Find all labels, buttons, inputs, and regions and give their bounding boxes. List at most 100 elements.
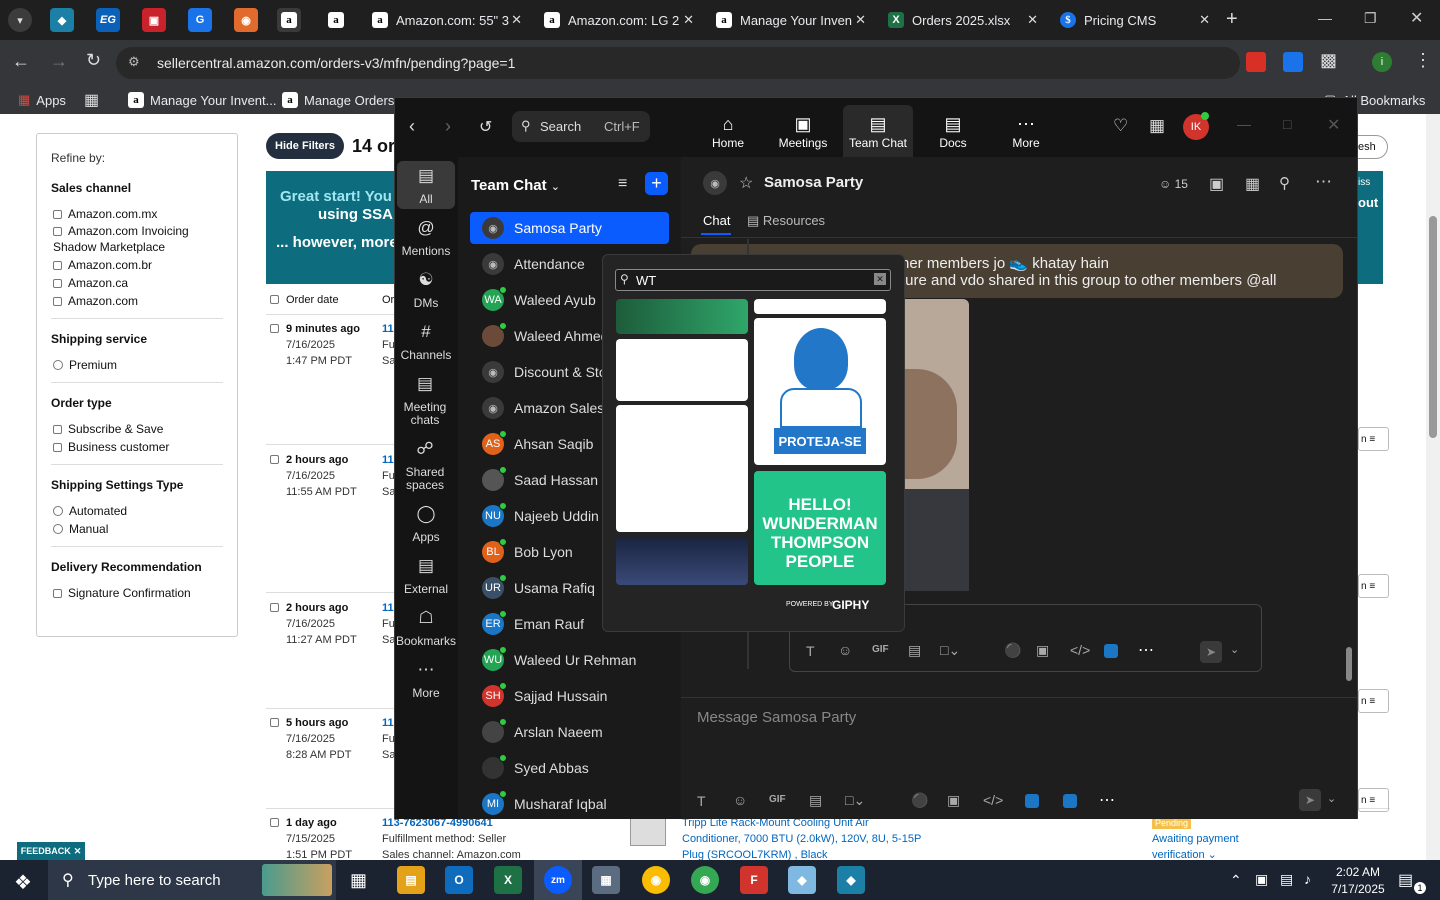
nav-docs[interactable]: ▤ Docs [918, 114, 988, 150]
send-icon[interactable]: ➤ [1200, 641, 1222, 663]
video-icon[interactable]: ▣ [1209, 174, 1224, 194]
nav-more[interactable]: ⋯ More [991, 114, 1061, 150]
tab-favicon-amazon[interactable]: a [324, 8, 348, 32]
tab-favicon-eg[interactable]: EG [96, 8, 120, 32]
row-checkbox[interactable] [270, 452, 285, 468]
star-icon[interactable]: ☆ [739, 173, 753, 193]
emoji-icon[interactable]: ☺ [733, 792, 747, 808]
team-chat-title[interactable]: Team Chat ⌄ [471, 177, 560, 194]
filter-radio[interactable]: Manual [53, 522, 108, 536]
tab-close-icon[interactable]: ✕ [1027, 12, 1038, 28]
windows-start-icon[interactable]: ❖ [14, 870, 32, 895]
members-count[interactable]: ☺ 15 [1159, 177, 1188, 191]
rail-apps[interactable]: ◯ Apps [395, 505, 457, 544]
gif-icon[interactable]: GIF [872, 644, 889, 655]
gif-result[interactable] [616, 299, 748, 334]
shared-photo[interactable] [901, 299, 969, 591]
text-format-icon[interactable]: T [806, 643, 815, 659]
forward-icon[interactable]: → [50, 51, 68, 72]
filter-checkbox[interactable]: Amazon.com [53, 294, 138, 308]
bookmark-manage-orders[interactable]: a Manage Orders [282, 92, 394, 108]
new-tab-icon[interactable]: + [1226, 8, 1238, 31]
gif-result[interactable] [616, 405, 748, 532]
rail-shared-spaces[interactable]: ☍ Shared spaces [395, 440, 455, 492]
chat-item[interactable]: Syed Abbas [470, 752, 669, 784]
text-format-icon[interactable]: T [697, 793, 706, 809]
more-icon[interactable]: ⋯ [1099, 790, 1115, 810]
gif-result[interactable] [754, 299, 886, 314]
bookmark-apps[interactable]: ▦ Apps [18, 92, 66, 108]
file-icon[interactable]: ▤ [809, 792, 822, 809]
tab-resources[interactable]: ▤ Resources [747, 213, 825, 229]
send-icon[interactable]: ➤ [1299, 789, 1321, 811]
zoom-search-box[interactable]: ⚲ Search Ctrl+F [512, 111, 650, 142]
filter-radio[interactable]: Automated [53, 504, 127, 518]
chat-item[interactable]: MI Musharaf Iqbal [470, 788, 669, 820]
tab-close-icon[interactable]: ✕ [1199, 12, 1210, 28]
screenshot-icon[interactable]: □⌄ [845, 792, 865, 809]
feedback-button[interactable]: FEEDBACK ✕ [17, 842, 85, 860]
tab-close-icon[interactable]: ✕ [511, 12, 522, 28]
rail-mentions[interactable]: @ Mentions [395, 219, 457, 258]
bookmark-manage-inventory[interactable]: a Manage Your Invent... [128, 92, 276, 108]
reload-icon[interactable]: ↻ [86, 50, 101, 71]
gif-result[interactable] [616, 339, 748, 401]
tab-favicon-3[interactable]: ▣ [142, 8, 166, 32]
rail-all[interactable]: ▤ All [395, 167, 457, 206]
gif-result[interactable] [616, 537, 748, 585]
notifications-bell-icon[interactable]: ♡ [1113, 116, 1128, 136]
product-title[interactable]: Tripp Lite Rack-Mount Cooling Unit Air C… [682, 815, 922, 863]
send-options-icon[interactable]: ⌄ [1327, 792, 1336, 805]
row-checkbox[interactable] [270, 815, 285, 831]
gif-result-wunderman[interactable]: HELLO! WUNDERMAN THOMPSON PEOPLE [754, 471, 886, 585]
profile-avatar[interactable]: i [1372, 52, 1392, 72]
tab-amazon-55[interactable]: a Amazon.com: 55" 3 ✕ [362, 4, 530, 36]
nav-home[interactable]: ⌂ Home [693, 114, 763, 150]
excel-icon[interactable]: X [494, 866, 522, 894]
tab-favicon-amazon-active[interactable]: a [277, 8, 301, 32]
chat-scrollbar[interactable] [1346, 237, 1354, 697]
zoom-app-icon[interactable]: zm [544, 866, 572, 894]
tab-close-icon[interactable]: ✕ [683, 12, 694, 28]
filter-checkbox[interactable]: Amazon.com.br [53, 258, 152, 272]
rail-channels[interactable]: # Channels [395, 323, 457, 362]
tray-chevron-icon[interactable]: ⌃ [1230, 872, 1242, 889]
gif-icon[interactable]: GIF [769, 794, 786, 805]
row-checkbox[interactable] [270, 715, 285, 731]
nav-team-chat[interactable]: ▤ Team Chat [843, 114, 913, 150]
tab-chat[interactable]: Chat [703, 213, 730, 228]
clear-search-icon[interactable]: ✕ [874, 273, 886, 285]
close-window-icon[interactable]: ✕ [1410, 8, 1423, 28]
tab-manage-inventory[interactable]: a Manage Your Inven ✕ [706, 4, 874, 36]
outlook-icon[interactable]: O [445, 866, 473, 894]
filter-checkbox[interactable]: Signature Confirmation [53, 586, 191, 600]
chat-item[interactable]: Arslan Naeem [470, 716, 669, 748]
network-icon[interactable]: ▤ [1280, 871, 1293, 888]
url-text[interactable]: sellercentral.amazon.com/orders-v3/mfn/p… [157, 55, 515, 71]
tray-app-icon[interactable]: ▣ [1255, 871, 1268, 888]
product-thumbnail[interactable] [630, 818, 666, 846]
minimize-icon[interactable]: — [1318, 10, 1332, 26]
chat-item[interactable]: ◉ Samosa Party [470, 212, 669, 244]
chat-item[interactable]: SH Sajjad Hussain [470, 680, 669, 712]
code-icon[interactable]: </> [1070, 642, 1090, 658]
task-view-icon[interactable]: ▦ [350, 870, 367, 891]
zoom-minimize-icon[interactable]: — [1237, 116, 1251, 132]
rail-external[interactable]: ▤ External [395, 557, 457, 596]
nav-meetings[interactable]: ▣ Meetings [768, 114, 838, 150]
row-action-dropdown[interactable]: n ≡ [1358, 427, 1389, 451]
clock[interactable]: 2:02 AM 7/17/2025 [1330, 864, 1386, 898]
app-icon-2[interactable] [1063, 794, 1077, 808]
row-checkbox[interactable] [270, 321, 285, 337]
extensions-puzzle-icon[interactable]: ▩ [1320, 50, 1337, 71]
chrome-menu-icon[interactable]: ⋮ [1414, 50, 1432, 71]
tab-groups-icon[interactable]: ▦ [84, 90, 99, 110]
calendar-icon[interactable]: ▦ [1149, 116, 1165, 136]
filter-checkbox[interactable]: Business customer [53, 440, 169, 454]
send-options-icon[interactable]: ⌄ [1230, 643, 1239, 656]
code-icon[interactable]: </> [983, 792, 1003, 808]
row-action-dropdown[interactable]: n ≡ [1358, 689, 1389, 713]
filter-checkbox[interactable]: Amazon.com.mx [53, 207, 157, 221]
zoom-close-icon[interactable]: ✕ [1327, 115, 1340, 135]
row-checkbox[interactable] [270, 600, 285, 616]
